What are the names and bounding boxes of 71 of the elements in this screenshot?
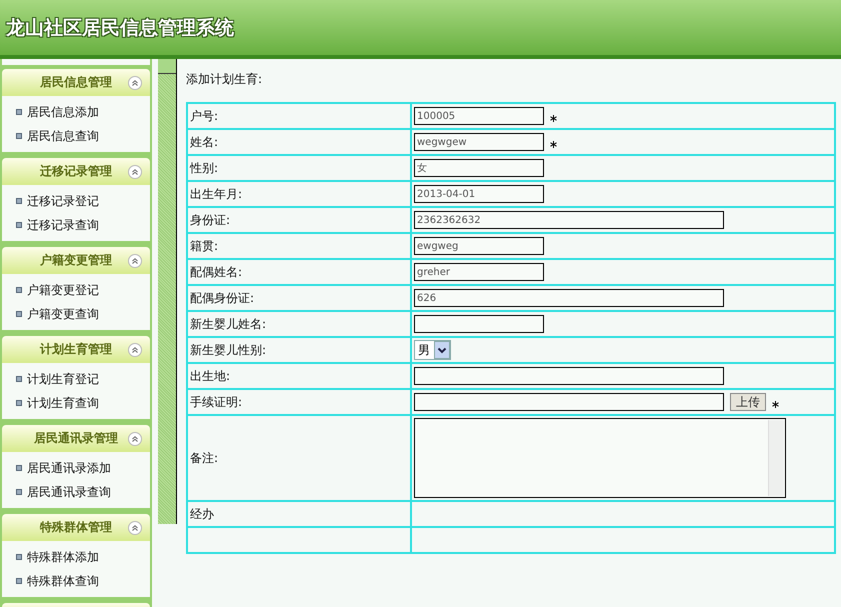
bullet-icon [16, 400, 22, 406]
bullet-icon [16, 376, 22, 382]
field-label: 新生婴儿性别: [190, 342, 266, 356]
bullet-icon [16, 578, 22, 584]
input-field[interactable]: 626 [414, 289, 724, 307]
upload-button[interactable]: 上传 [730, 393, 766, 411]
sidebar-link[interactable]: 居民信息查询 [27, 128, 99, 144]
sidebar-group-header[interactable]: 居民信息管理 [2, 69, 150, 96]
field-label: 经办 [190, 506, 214, 520]
required-star-icon [772, 400, 779, 408]
collapse-icon[interactable] [128, 76, 142, 90]
field-label: 身份证: [190, 212, 230, 226]
input-field[interactable]: ewgweg [414, 237, 544, 255]
sidebar-link[interactable]: 户籍变更查询 [27, 306, 99, 322]
sidebar-group-header[interactable]: 户籍变更管理 [2, 247, 150, 274]
input-field[interactable]: 女 [414, 159, 544, 177]
bullet-icon [16, 311, 22, 317]
scrollbar[interactable] [158, 59, 177, 524]
input-field[interactable]: 100005 [414, 107, 544, 125]
input-field[interactable]: 2013-04-01 [414, 185, 544, 203]
bullet-icon [16, 287, 22, 293]
sidebar-link[interactable]: 居民通讯录查询 [27, 484, 111, 500]
field-label: 配偶姓名: [190, 264, 242, 278]
app-title: 龙山社区居民信息管理系统 [6, 16, 234, 40]
sidebar-link[interactable]: 特殊群体添加 [27, 548, 99, 566]
field-label: 手续证明: [190, 394, 242, 408]
input-field[interactable] [414, 315, 544, 333]
field-label: 新生婴儿姓名: [190, 316, 266, 330]
field-label: 户号: [190, 108, 218, 122]
form-title: 添加计划生育: [186, 71, 264, 88]
field-label: 籍贯: [190, 238, 218, 252]
collapse-icon[interactable] [128, 343, 142, 357]
input-field[interactable] [414, 367, 724, 385]
collapse-icon[interactable] [128, 521, 142, 535]
sidebar-link[interactable]: 特殊群体查询 [27, 572, 99, 590]
sidebar-group-header[interactable]: 迁移记录管理 [2, 158, 150, 185]
input-field[interactable]: 2362362632 [414, 211, 724, 229]
scroll-up-button[interactable] [158, 59, 176, 74]
gender-select[interactable]: 男 [414, 340, 451, 360]
collapse-icon[interactable] [128, 254, 142, 268]
bullet-icon [16, 109, 22, 115]
bullet-icon [16, 133, 22, 139]
input-field[interactable]: wegwgew [414, 133, 544, 151]
sidebar-link[interactable]: 迁移记录登记 [27, 192, 99, 210]
field-label: 配偶身份证: [190, 290, 254, 304]
sidebar-link[interactable]: 计划生育查询 [27, 394, 99, 412]
required-star-icon [550, 140, 557, 148]
sidebar-link[interactable]: 迁移记录查询 [27, 216, 99, 234]
bullet-icon [16, 465, 22, 471]
remarks-textarea[interactable] [414, 418, 786, 498]
input-field[interactable]: greher [414, 263, 544, 281]
field-label: 性别: [190, 160, 218, 174]
bullet-icon [16, 554, 22, 560]
bullet-icon [16, 222, 22, 228]
field-label: 出生地: [190, 368, 230, 382]
bullet-icon [16, 489, 22, 495]
sidebar-group-header[interactable]: 居民通讯录管理 [2, 425, 150, 452]
collapse-icon[interactable] [128, 432, 142, 446]
sidebar-group-header[interactable]: 特殊群体管理 [2, 514, 150, 541]
sidebar-link[interactable]: 计划生育登记 [27, 370, 99, 388]
bullet-icon [16, 198, 22, 204]
sidebar-link[interactable]: 居民通讯录添加 [27, 460, 111, 476]
input-field[interactable] [414, 393, 724, 411]
field-label: 姓名: [190, 134, 218, 148]
sidebar-link[interactable]: 户籍变更登记 [27, 282, 99, 298]
sidebar-group-header[interactable]: 计划生育管理 [2, 336, 150, 363]
collapse-icon[interactable] [128, 165, 142, 179]
field-label: 出生年月: [190, 186, 242, 200]
sidebar-link[interactable]: 居民信息添加 [27, 104, 99, 120]
required-star-icon [550, 114, 557, 122]
field-label: 备注: [190, 450, 218, 464]
